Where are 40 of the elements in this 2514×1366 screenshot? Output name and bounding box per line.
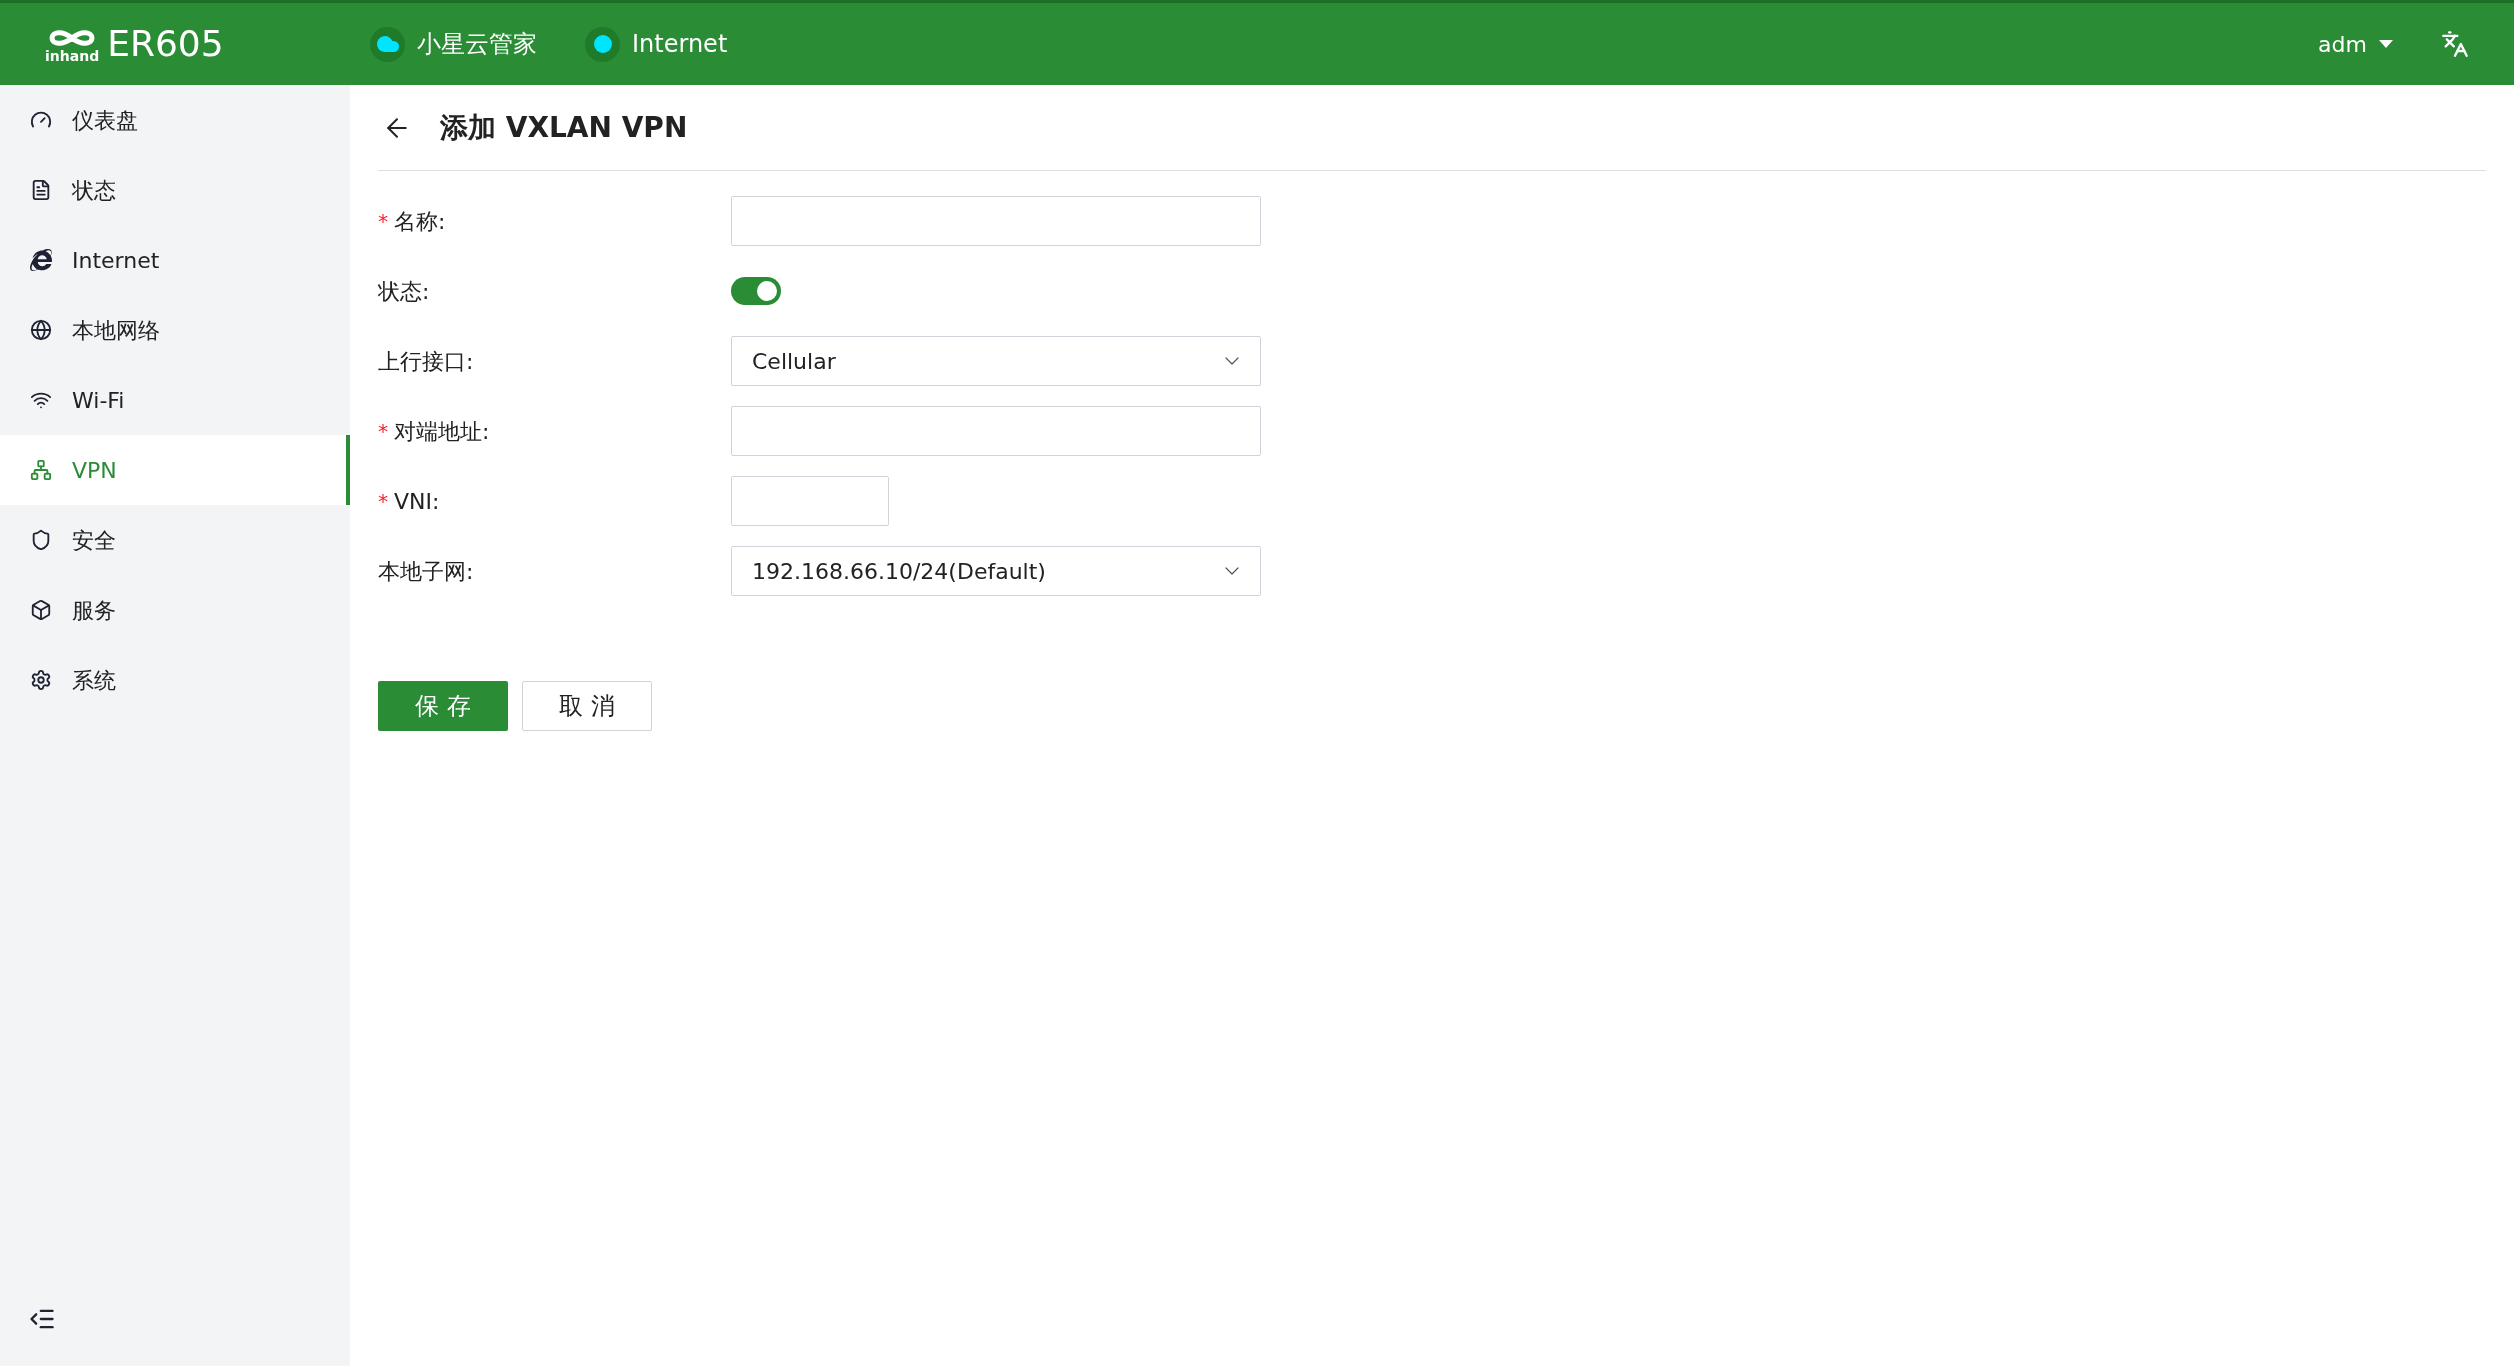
logo-text: inhand xyxy=(45,48,100,63)
settings-icon xyxy=(30,669,52,691)
toggle-switch[interactable] xyxy=(731,277,781,305)
sidebar-item[interactable]: Wi-Fi xyxy=(0,365,350,435)
sidebar-item[interactable]: Internet xyxy=(0,225,350,295)
field-label: 上行接口: xyxy=(378,347,474,376)
status-label: Internet xyxy=(632,29,728,60)
page-title: 添加 VXLAN VPN xyxy=(440,109,688,146)
product-name: ER605 xyxy=(107,26,224,62)
document-icon xyxy=(30,179,52,201)
cancel-button[interactable]: 取 消 xyxy=(522,681,652,731)
text-input[interactable] xyxy=(731,196,1261,246)
status-label: 小星云管家 xyxy=(417,29,537,60)
required-asterisk: * xyxy=(378,488,388,515)
network-icon xyxy=(30,459,52,481)
sidebar-item[interactable]: 安全 xyxy=(0,505,350,575)
sidebar-item[interactable]: 系统 xyxy=(0,645,350,715)
cube-icon xyxy=(30,599,52,621)
field-label: 对端地址: xyxy=(394,417,490,446)
sidebar-item[interactable]: 本地网络 xyxy=(0,295,350,365)
field-label: 状态: xyxy=(378,277,430,306)
field-label: VNI: xyxy=(394,487,440,516)
text-input[interactable] xyxy=(731,406,1261,456)
language-icon[interactable] xyxy=(2441,30,2469,58)
required-asterisk: * xyxy=(378,208,388,235)
sidebar-item[interactable]: 服务 xyxy=(0,575,350,645)
select-field[interactable]: 192.168.66.10/24(Default) xyxy=(731,546,1261,596)
save-button[interactable]: 保 存 xyxy=(378,681,508,731)
globe-icon xyxy=(30,319,52,341)
select-field[interactable]: Cellular xyxy=(731,336,1261,386)
internet-explorer-icon xyxy=(30,249,52,271)
sidebar-item[interactable]: 仪表盘 xyxy=(0,85,350,155)
sidebar-item[interactable]: 状态 xyxy=(0,155,350,225)
field-label: 名称: xyxy=(394,207,446,236)
sidebar-item[interactable]: VPN xyxy=(0,435,350,505)
shield-icon xyxy=(30,529,52,551)
user-menu[interactable]: adm xyxy=(2318,27,2393,61)
required-asterisk: * xyxy=(378,418,388,445)
field-label: 本地子网: xyxy=(378,557,474,586)
text-input[interactable] xyxy=(731,476,889,526)
